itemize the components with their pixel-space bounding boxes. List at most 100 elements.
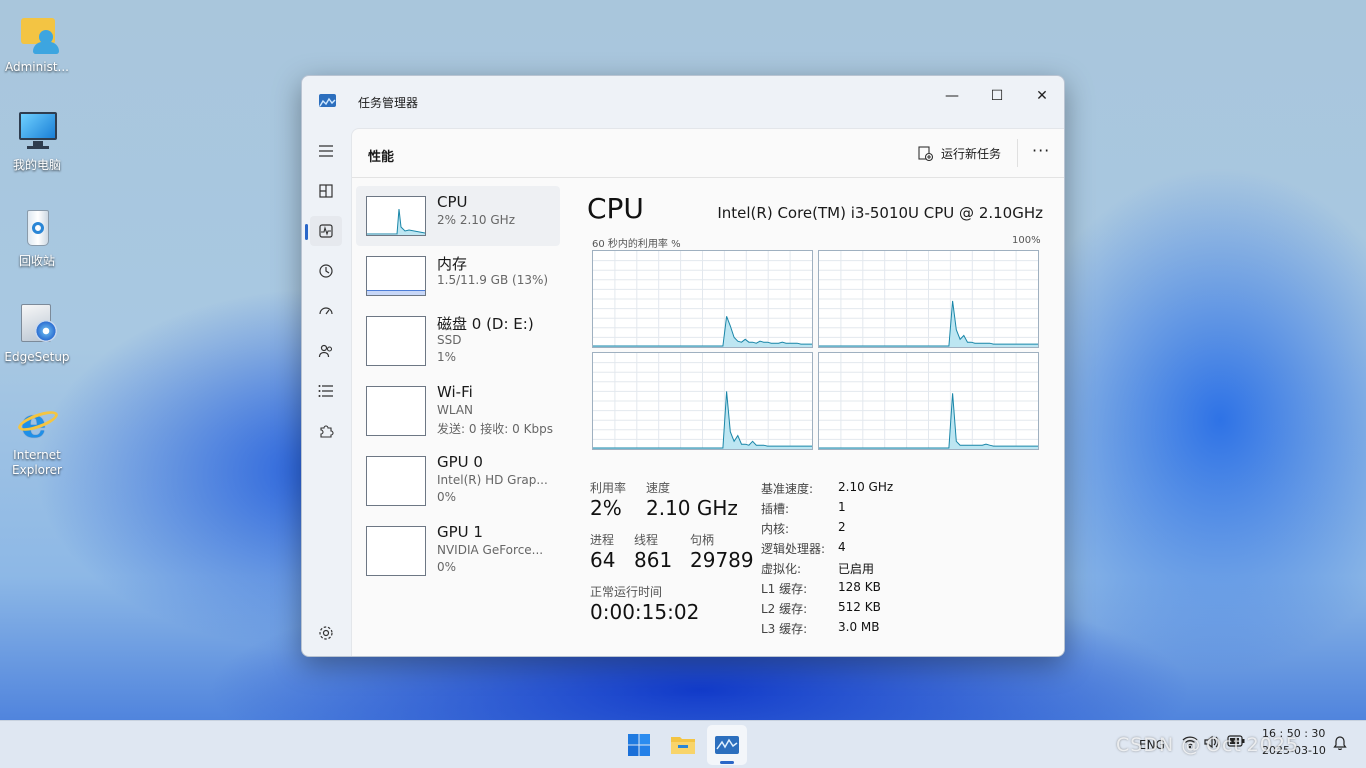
nav-details[interactable] [310, 376, 342, 406]
desktop-icon-label: Internet Explorer [12, 448, 62, 477]
utilization-label: 利用率 [590, 481, 627, 495]
nav-users[interactable] [310, 336, 342, 366]
nav-performance[interactable] [310, 216, 342, 246]
taskbar-task-manager[interactable] [707, 725, 747, 765]
detail-value: 512 KB [838, 600, 881, 614]
close-button[interactable]: ✕ [1019, 82, 1064, 110]
desktop-icon-admin[interactable]: Administ... [4, 12, 70, 75]
maximize-button[interactable]: ☐ [974, 82, 1020, 110]
windows-logo-icon [628, 734, 650, 756]
detail-key: 基准速度: [761, 482, 814, 496]
internet-explorer-icon: e [15, 400, 61, 444]
processes-label: 进程 [590, 533, 615, 547]
history-icon [319, 264, 333, 278]
desktop-icon-ie[interactable]: e Internet Explorer [4, 400, 70, 478]
window-title: 任务管理器 [358, 96, 419, 110]
device-item-disk[interactable]: 磁盘 0 (D: E:) SSD 1% [356, 306, 560, 376]
processes-value: 64 [590, 548, 616, 572]
device-name: GPU 0 [437, 453, 483, 471]
details-list-icon [318, 385, 333, 397]
detail-value: 2 [838, 520, 846, 534]
nav-startup-apps[interactable] [310, 296, 342, 326]
nav-active-indicator [305, 224, 308, 240]
desktop-icon-label: EdgeSetup [4, 350, 70, 364]
nav-services[interactable] [310, 416, 342, 446]
speed-value: 2.10 GHz [646, 496, 738, 520]
cpu-core-graph-2 [592, 352, 813, 450]
minimize-button[interactable]: — [929, 82, 975, 110]
detail-key: L3 缓存: [761, 622, 808, 636]
device-name: Wi-Fi [437, 383, 473, 401]
uptime-value: 0:00:15:02 [590, 600, 700, 624]
left-navigation [302, 128, 350, 656]
detail-value: 2.10 GHz [838, 480, 894, 494]
device-detail: 2% 2.10 GHz [437, 213, 516, 227]
title-bar[interactable]: 任务管理器 — ☐ ✕ [302, 76, 1064, 128]
device-detail: 0% [437, 490, 457, 504]
utilization-value: 2% [590, 496, 622, 520]
processes-icon [319, 184, 333, 198]
task-manager-app-icon [319, 94, 336, 107]
device-thumbnail-wifi [366, 386, 426, 436]
device-name: 磁盘 0 (D: E:) [437, 315, 534, 333]
device-thumbnail-memory [366, 256, 426, 296]
device-detail: 1.5/11.9 GB (13%) [437, 273, 549, 287]
more-options-button[interactable]: ··· [1032, 141, 1050, 160]
detail-key: 逻辑处理器: [761, 542, 826, 556]
desktop-icon-label: Administ... [5, 60, 69, 74]
nav-app-history[interactable] [310, 256, 342, 286]
desktop-icon-edgesetup[interactable]: EdgeSetup [4, 302, 70, 365]
threads-label: 线程 [634, 533, 659, 547]
users-icon [318, 344, 333, 358]
graph-label-right: 100% [1012, 235, 1041, 246]
device-item-gpu1[interactable]: GPU 1 NVIDIA GeForce... 0% [356, 516, 560, 586]
performance-content: 性能 运行新任务 ··· CPU 2% 2.10 GHz 内存 1.5/11.9… [351, 128, 1064, 656]
task-manager-icon [715, 736, 739, 754]
run-new-task-label: 运行新任务 [941, 147, 1002, 161]
cpu-model: Intel(R) Core(TM) i3-5010U CPU @ 2.10GHz [717, 204, 1043, 222]
installer-icon [15, 302, 59, 346]
uptime-label: 正常运行时间 [590, 585, 663, 599]
device-thumbnail-disk [366, 316, 426, 366]
device-detail: NVIDIA GeForce... [437, 543, 544, 557]
taskbar-file-explorer[interactable] [663, 725, 703, 765]
recycle-bin-icon [15, 206, 59, 250]
run-new-task-button[interactable]: 运行新任务 [918, 145, 1001, 162]
graph-label-left: 60 秒内的利用率 % [592, 239, 681, 250]
notification-bell-icon[interactable] [1333, 735, 1347, 753]
performance-icon [319, 224, 333, 238]
device-item-cpu[interactable]: CPU 2% 2.10 GHz [356, 186, 560, 246]
device-detail: Intel(R) HD Grap... [437, 473, 548, 487]
detail-value: 4 [838, 540, 846, 554]
resource-title: CPU [587, 192, 644, 225]
device-thumbnail-gpu0 [366, 456, 426, 506]
gear-icon [319, 626, 333, 640]
device-detail: 发送: 0 接收: 0 Kbps [437, 422, 553, 436]
threads-value: 861 [634, 548, 673, 572]
detail-value: 128 KB [838, 580, 881, 594]
device-item-wifi[interactable]: Wi-Fi WLAN 发送: 0 接收: 0 Kbps [356, 376, 560, 446]
content-header: 性能 运行新任务 ··· [352, 129, 1064, 178]
services-puzzle-icon [320, 425, 334, 438]
desktop-icon-label: 回收站 [18, 254, 55, 268]
device-thumbnail-cpu [366, 196, 426, 236]
cpu-core-graph-3 [818, 352, 1039, 450]
desktop-icon-computer[interactable]: 我的电脑 [4, 110, 70, 173]
watermark: CSDN @ Oct 2025 [1116, 734, 1300, 756]
detail-value: 已启用 [838, 562, 875, 576]
hamburger-menu-button[interactable] [310, 136, 342, 166]
nav-processes[interactable] [310, 176, 342, 206]
detail-value: 3.0 MB [838, 620, 880, 634]
device-name: CPU [437, 193, 468, 211]
detail-key: 内核: [761, 522, 790, 536]
nav-settings[interactable] [310, 618, 342, 648]
desktop-icon-recycle-bin[interactable]: 回收站 [4, 206, 70, 269]
monitor-icon [15, 110, 59, 154]
device-item-memory[interactable]: 内存 1.5/11.9 GB (13%) [356, 246, 560, 306]
start-button[interactable] [619, 725, 659, 765]
task-manager-window: 任务管理器 — ☐ ✕ 性能 运行新任务 ··· CPU 2% 2.10 GHz… [301, 75, 1065, 657]
device-item-gpu0[interactable]: GPU 0 Intel(R) HD Grap... 0% [356, 446, 560, 516]
cpu-core-graph-0 [592, 250, 813, 348]
detail-value: 1 [838, 500, 846, 514]
detail-key: 虚拟化: [761, 562, 802, 576]
